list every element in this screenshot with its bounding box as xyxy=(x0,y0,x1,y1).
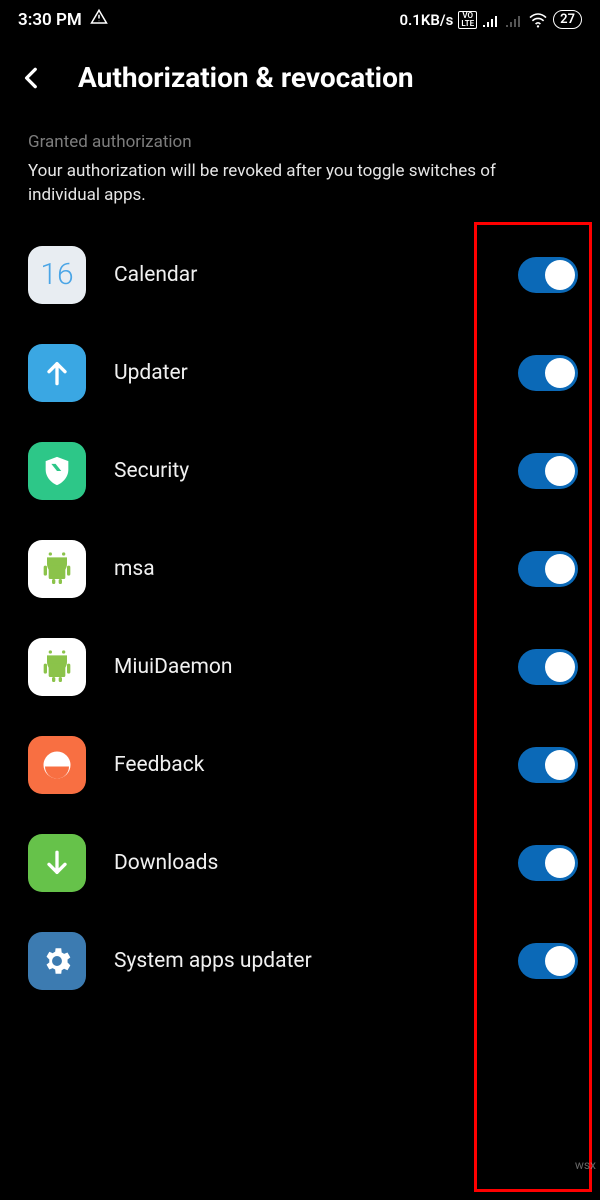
status-bar: 3:30 PM 0.1KB/s VOLTE 27 xyxy=(0,0,600,35)
app-list: 16 Calendar Updater Security msa MiuiDae… xyxy=(0,216,600,1010)
app-row-updater: Updater xyxy=(0,324,600,422)
app-label: Updater xyxy=(114,361,490,385)
toggle-downloads[interactable] xyxy=(518,845,578,881)
toggle-miuidaemon[interactable] xyxy=(518,649,578,685)
security-icon xyxy=(28,442,86,500)
msa-icon xyxy=(28,540,86,598)
miuidaemon-icon xyxy=(28,638,86,696)
signal-icon xyxy=(482,13,500,27)
app-row-security: Security xyxy=(0,422,600,520)
watermark: wsx xyxy=(575,1158,596,1172)
app-row-calendar: 16 Calendar xyxy=(0,226,600,324)
page-title: Authorization & revocation xyxy=(78,61,414,94)
warning-icon xyxy=(90,8,108,31)
app-label: MiuiDaemon xyxy=(114,655,490,679)
volte-icon: VOLTE xyxy=(458,11,477,29)
status-speed: 0.1KB/s xyxy=(399,11,453,29)
battery-icon: 27 xyxy=(553,10,582,29)
wifi-icon xyxy=(528,12,548,28)
toggle-security[interactable] xyxy=(518,453,578,489)
app-row-system-apps-updater: System apps updater xyxy=(0,912,600,1010)
feedback-icon xyxy=(28,736,86,794)
app-row-miuidaemon: MiuiDaemon xyxy=(0,618,600,716)
header: Authorization & revocation xyxy=(0,35,600,114)
app-row-feedback: Feedback xyxy=(0,716,600,814)
system-apps-updater-icon xyxy=(28,932,86,990)
signal-icon-2 xyxy=(505,13,523,27)
toggle-calendar[interactable] xyxy=(518,257,578,293)
app-label: System apps updater xyxy=(114,949,490,973)
toggle-updater[interactable] xyxy=(518,355,578,391)
toggle-msa[interactable] xyxy=(518,551,578,587)
calendar-icon: 16 xyxy=(28,246,86,304)
app-label: Feedback xyxy=(114,753,490,777)
status-time: 3:30 PM xyxy=(18,10,82,30)
app-label: Downloads xyxy=(114,851,490,875)
toggle-feedback[interactable] xyxy=(518,747,578,783)
section-description: Your authorization will be revoked after… xyxy=(0,156,600,216)
app-row-downloads: Downloads xyxy=(0,814,600,912)
updater-icon xyxy=(28,344,86,402)
section-heading: Granted authorization xyxy=(0,114,600,156)
app-label: msa xyxy=(114,557,490,581)
app-row-msa: msa xyxy=(0,520,600,618)
toggle-system-apps-updater[interactable] xyxy=(518,943,578,979)
downloads-icon xyxy=(28,834,86,892)
back-button[interactable] xyxy=(16,62,48,94)
app-label: Calendar xyxy=(114,263,490,287)
app-label: Security xyxy=(114,459,490,483)
